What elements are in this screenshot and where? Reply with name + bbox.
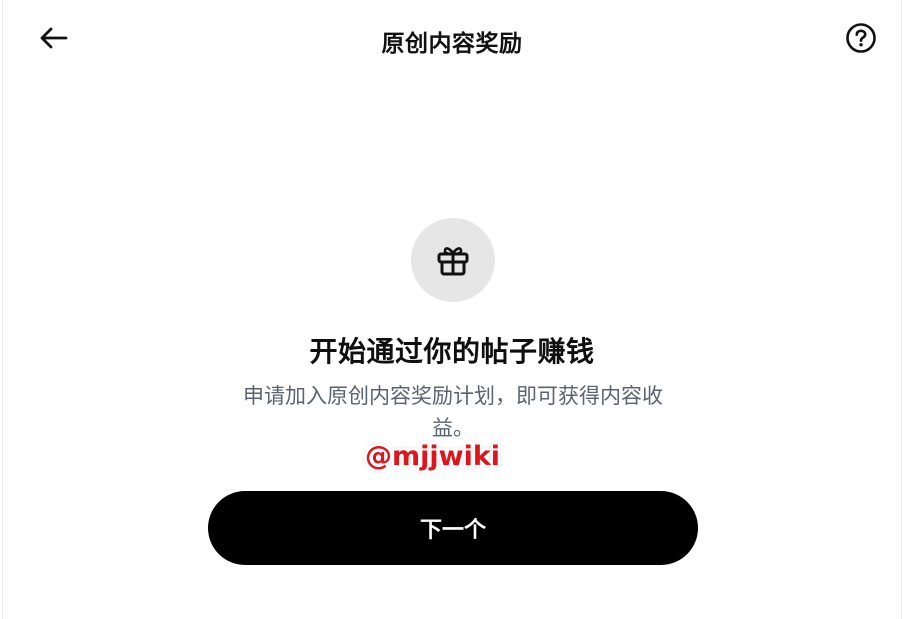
- next-button[interactable]: 下一个: [208, 491, 698, 565]
- page-title: 原创内容奖励: [381, 31, 523, 57]
- app-frame: 原创内容奖励 开始通过你的帖子赚钱 申请加入原创内容奖励计划，即可获得内容收益。…: [2, 0, 902, 619]
- gift-icon-badge: [411, 218, 495, 302]
- help-button[interactable]: [843, 20, 879, 56]
- description: 申请加入原创内容奖励计划，即可获得内容收益。: [243, 384, 663, 440]
- headline: 开始通过你的帖子赚钱: [309, 335, 595, 368]
- gift-icon: [437, 247, 469, 276]
- question-circle-icon: [846, 23, 876, 53]
- header: 原创内容奖励: [3, 0, 901, 78]
- watermark: @mjjwiki: [365, 441, 501, 472]
